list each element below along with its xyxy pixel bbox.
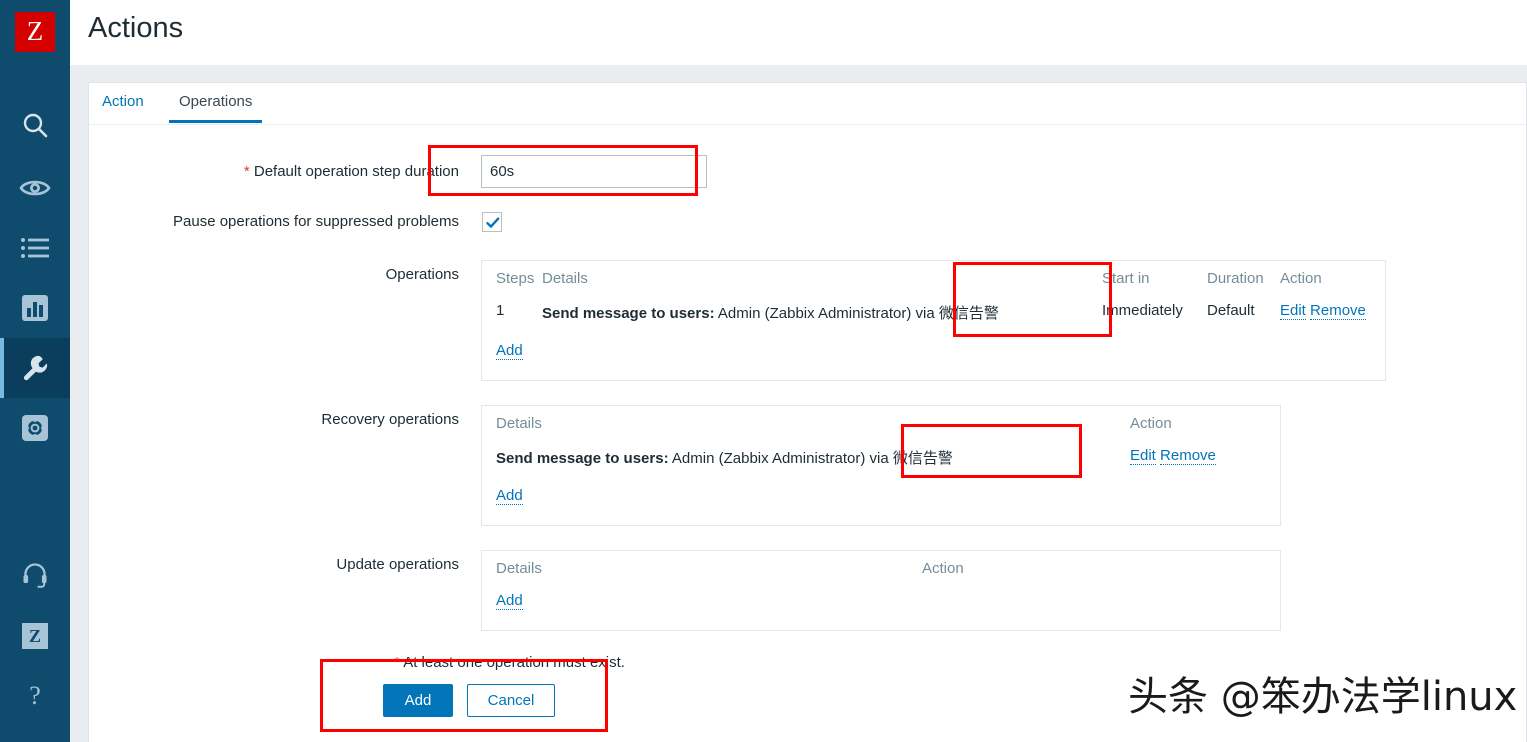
operations-row-actions: Edit Remove: [1280, 302, 1366, 319]
recovery-remove-link[interactable]: Remove: [1160, 447, 1216, 465]
zabbix-logo[interactable]: Z: [15, 12, 55, 52]
operations-header-action: Action: [1280, 270, 1322, 287]
operations-row-duration: Default: [1207, 302, 1255, 319]
update-operations-table: Details Action Add: [481, 550, 1281, 631]
operations-add-wrap: Add: [496, 342, 523, 360]
operations-row-steps: 1: [496, 302, 504, 319]
update-header-details: Details: [496, 560, 542, 577]
sidebar-item-support[interactable]: [0, 545, 70, 605]
sidebar: Z: [0, 0, 70, 742]
operations-edit-link[interactable]: Edit: [1280, 302, 1306, 320]
headset-icon: [22, 562, 48, 588]
recovery-operations-table: Details Action Send message to users: Ad…: [481, 405, 1281, 526]
tab-operations[interactable]: Operations: [179, 93, 252, 122]
cancel-button[interactable]: Cancel: [467, 684, 555, 717]
recovery-row-details-bold: Send message to users:: [496, 450, 669, 467]
recovery-add-link[interactable]: Add: [496, 487, 523, 505]
update-add-link[interactable]: Add: [496, 592, 523, 610]
operations-header-startin: Start in: [1102, 270, 1150, 287]
watermark: 头条 @笨办法学linux: [1128, 664, 1517, 722]
page-title: Actions: [88, 12, 183, 45]
operations-row-details-bold: Send message to users:: [542, 305, 715, 322]
logo-letter: Z: [27, 18, 44, 45]
operations-row-details-rest: Admin (Zabbix Administrator) via 微信告警: [718, 305, 999, 322]
operations-header-details: Details: [542, 270, 588, 287]
recovery-row-details-rest: Admin (Zabbix Administrator) via 微信告警: [672, 450, 953, 467]
step-duration-label: * Default operation step duration: [169, 163, 459, 180]
sidebar-item-search[interactable]: [0, 95, 70, 155]
page-header: Actions: [70, 0, 1527, 65]
step-duration-input[interactable]: [481, 155, 707, 188]
recovery-add-wrap: Add: [496, 487, 523, 505]
operations-row-details: Send message to users: Admin (Zabbix Adm…: [542, 302, 999, 323]
operations-add-link[interactable]: Add: [496, 342, 523, 360]
question-icon: ?: [29, 683, 41, 709]
search-icon: [20, 110, 50, 140]
add-button[interactable]: Add: [383, 684, 453, 717]
update-operations-label: Update operations: [164, 556, 459, 573]
operations-remove-link[interactable]: Remove: [1310, 302, 1366, 320]
recovery-row-actions: Edit Remove: [1130, 447, 1216, 464]
sidebar-item-monitoring[interactable]: [0, 158, 70, 218]
required-marker: *: [244, 163, 250, 180]
gear-icon: [21, 414, 49, 442]
list-icon: [20, 237, 50, 259]
operations-header-steps: Steps: [496, 270, 534, 287]
sidebar-item-administration[interactable]: [0, 398, 70, 458]
pause-suppressed-label: Pause operations for suppressed problems: [84, 213, 459, 230]
form-tabs: Action Operations: [89, 83, 1526, 125]
action-form-card: Action Operations * Default operation st…: [88, 82, 1527, 742]
operations-header-duration: Duration: [1207, 270, 1264, 287]
update-header-action: Action: [922, 560, 964, 577]
tab-action[interactable]: Action: [102, 93, 144, 122]
operations-row-startin: Immediately: [1102, 302, 1183, 319]
sidebar-item-configuration[interactable]: [0, 338, 70, 398]
bar-chart-icon: [21, 294, 49, 322]
app-root: Z: [0, 0, 1527, 742]
footer-note: * At least one operation must exist.: [394, 654, 625, 671]
sidebar-item-inventory[interactable]: [0, 218, 70, 278]
recovery-operations-label: Recovery operations: [149, 411, 459, 428]
sidebar-item-reports[interactable]: [0, 278, 70, 338]
update-add-wrap: Add: [496, 592, 523, 610]
recovery-header-details: Details: [496, 415, 542, 432]
content-background: Action Operations * Default operation st…: [70, 65, 1527, 742]
pause-suppressed-checkbox[interactable]: [482, 212, 502, 232]
eye-icon: [19, 176, 51, 200]
operations-label: Operations: [189, 266, 459, 283]
sidebar-item-help[interactable]: ?: [0, 666, 70, 726]
operations-table: Steps Details Start in Duration Action 1…: [481, 260, 1386, 381]
checkmark-icon: [485, 215, 501, 231]
recovery-edit-link[interactable]: Edit: [1130, 447, 1156, 465]
recovery-row-details: Send message to users: Admin (Zabbix Adm…: [496, 447, 953, 468]
sidebar-item-share[interactable]: Z: [0, 606, 70, 666]
recovery-header-action: Action: [1130, 415, 1172, 432]
footer-note-marker: *: [394, 654, 400, 671]
zabbix-z-icon: Z: [29, 626, 41, 647]
wrench-icon: [20, 353, 50, 383]
